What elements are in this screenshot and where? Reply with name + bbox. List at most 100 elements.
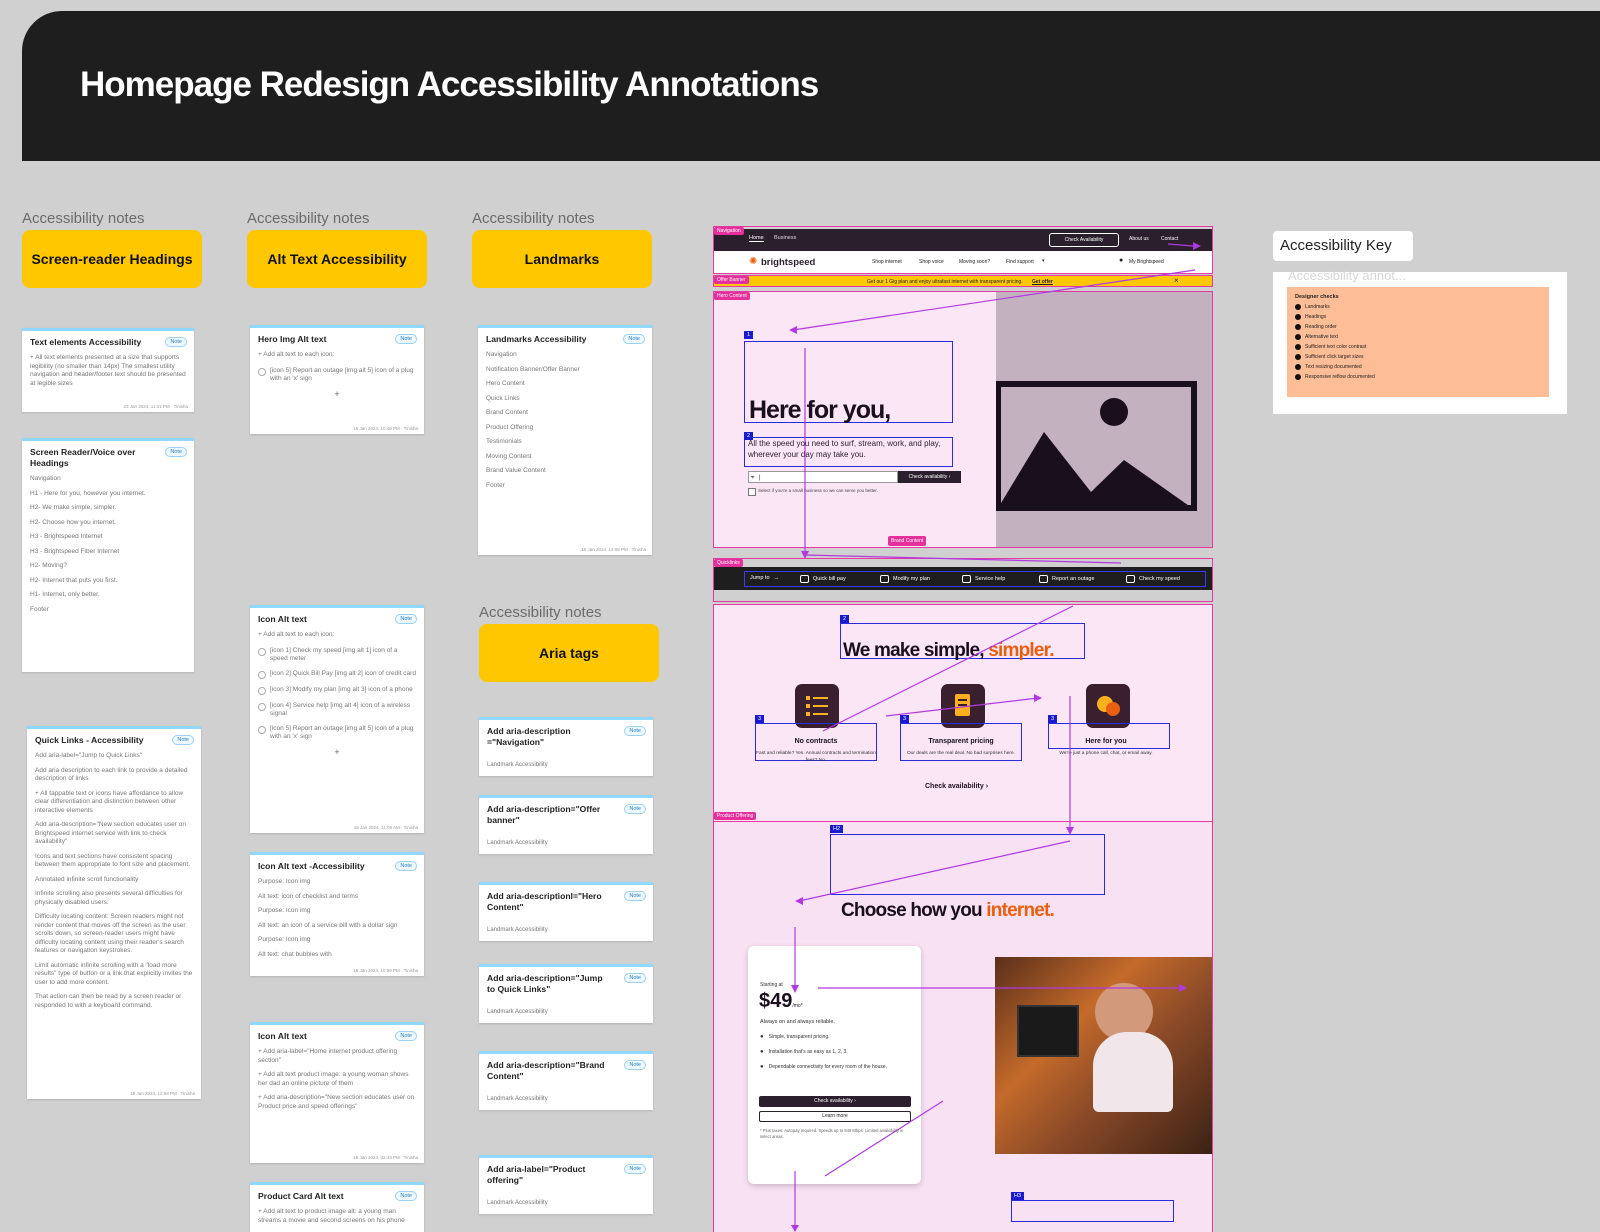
radio-icon [258, 702, 266, 711]
card-title: Add aria-label="Product offering" [487, 1164, 586, 1185]
accessibility-key-panel: Accessibility annot... Designer checks L… [1273, 268, 1567, 414]
card-subtitle: Landmark Accessibility [487, 840, 548, 846]
card-title: Product Card Alt text [258, 1191, 344, 1201]
note-card-hero-img[interactable]: Hero Img Alt text Note + Add alt text to… [250, 325, 424, 434]
note-card-product-card[interactable]: Product Card Alt text Note + Add alt tex… [250, 1182, 424, 1232]
card-line: H2- Choose how you internet. [30, 518, 116, 526]
check-circle-icon [1295, 334, 1301, 340]
column-header-landmarks: Landmarks [472, 230, 652, 288]
card-title: Text elements Accessibility [30, 337, 142, 347]
note-badge: Note [395, 1031, 417, 1041]
card-line: H2- Internet that puts you first. [30, 576, 118, 584]
checklist-item[interactable]: [icon 5] Report an outage [img alt 5] ic… [258, 725, 416, 741]
accessibility-key-title: Accessibility Key [1273, 231, 1413, 261]
card-line: + Add aria-description="New section educ… [258, 1094, 415, 1110]
card-line: H2- Moving? [30, 562, 67, 569]
note-card-aria-1[interactable]: Add aria-description="Offer banner" Note L… [479, 795, 653, 854]
check-circle-icon [1295, 354, 1301, 360]
key-faded-label: Accessibility annot... [1288, 268, 1406, 283]
card-line: H1- Internet, only better. [30, 591, 100, 598]
page-title: Homepage Redesign Accessibility Annotati… [80, 65, 819, 104]
note-card-landmarks[interactable]: Landmarks Accessibility Note Navigation N… [478, 325, 652, 555]
key-item-label: Reading order [1305, 324, 1337, 330]
checklist-text: [icon 1] Check my speed [img alt 1] icon… [270, 646, 398, 662]
key-check-item: Responsive reflow documented [1295, 374, 1541, 380]
card-title: Add aria-description="Jump to Quick Link… [487, 973, 603, 994]
card-line: Add aria-description="New section educat… [35, 821, 186, 845]
card-line: That action can then be read by a screen… [35, 993, 182, 1009]
note-badge: Note [623, 334, 645, 344]
note-badge: Note [624, 891, 646, 901]
note-badge: Note [624, 973, 646, 983]
section-label: Accessibility notes [472, 210, 595, 227]
card-line: Add aria description to each link to pro… [35, 766, 188, 783]
checklist-text: [icon 5] Report an outage [img alt 5] ic… [270, 366, 414, 382]
header-banner: Homepage Redesign Accessibility Annotati… [22, 11, 1600, 161]
card-list: Purpose: Icon img Alt text: icon of check… [258, 878, 416, 959]
card-title: Icon Alt text -Accessibility [258, 861, 365, 871]
key-list: Landmarks Headings Reading order Alternativ… [1295, 304, 1541, 380]
card-list: [icon 5] Report an outage [img alt 5] ic… [258, 367, 416, 383]
note-card-aria-2[interactable]: Add aria-descriptionl="Hero Content" Note… [479, 882, 653, 941]
note-badge: Note [395, 614, 417, 624]
note-card-icon-alt[interactable]: Icon Alt text Note + Add alt text to eac… [250, 605, 424, 833]
card-line: Difficulty locating content: Screen read… [35, 913, 186, 954]
note-card-text-elements[interactable]: Text elements Accessibility Note + All t… [22, 328, 194, 412]
card-list: Add aria-label="Jump to Quick Links" Add … [35, 752, 193, 1010]
card-meta: 23 Jan 2024, 11:41 PM · Tinisha [123, 404, 188, 409]
checklist-item[interactable]: [icon 3] Modify my plan [img alt 3] icon… [258, 686, 416, 695]
card-line: Brand Value Content [486, 467, 546, 474]
note-card-aria-5[interactable]: Add aria-label="Product offering" Note Lan… [479, 1155, 653, 1214]
reading-order-arrows [789, 242, 1201, 1232]
card-line: Purpose: Icon img [258, 878, 311, 885]
note-card-aria-0[interactable]: Add aria-description ="Navigation" Note La… [479, 717, 653, 776]
card-list: [icon 1] Check my speed [img alt 1] icon… [258, 647, 416, 741]
card-intro: + Add alt text to each icon: [258, 351, 335, 358]
card-subtitle: Landmark Accessibility [487, 927, 548, 933]
card-line: Product Offering [486, 423, 534, 431]
key-item-label: Sufficient text color contrast [1305, 344, 1367, 350]
column-header-screen-reader-headings: Screen-reader Headings [22, 230, 202, 288]
card-list: Navigation Notification Banner/Offer Bann… [486, 351, 644, 490]
card-meta: 16 Jan 2024, 11:05 AM · Tinisha [353, 825, 418, 830]
card-meta: 16 Jan 2024, 10:59 PM · Tinisha [353, 968, 418, 973]
note-card-aria-3[interactable]: Add aria-description="Jump to Quick Link… [479, 964, 653, 1023]
card-body: + All text elements presented at a size … [30, 354, 186, 387]
card-subtitle: Landmark Accessibility [487, 762, 548, 768]
card-line: Purpose: Icon img [258, 936, 311, 943]
key-check-item: Sufficient text color contrast [1295, 344, 1541, 350]
card-line: Footer [30, 605, 49, 613]
checklist-item[interactable]: [icon 5] Report an outage [img alt 5] ic… [258, 367, 416, 383]
checklist-item[interactable]: [icon 2] Quick Bill Pay [img alt 2] icon… [258, 670, 416, 679]
radio-icon [258, 367, 266, 376]
card-title: Add aria-description="Offer banner" [487, 804, 601, 825]
add-item-button[interactable]: + [258, 389, 416, 399]
note-card-screen-reader[interactable]: Screen Reader/Voice over Headings Note N… [22, 438, 194, 672]
card-title: Add aria-description ="Navigation" [487, 726, 571, 747]
note-card-quick-links[interactable]: Quick Links - Accessibility Note Add ari… [27, 726, 201, 1099]
note-card-aria-4[interactable]: Add aria-description="Brand Content" Note… [479, 1051, 653, 1110]
card-line: Navigation [30, 475, 61, 482]
note-badge: Note [165, 337, 187, 347]
card-line: Alt text: icon of checklist and terms [258, 892, 359, 900]
card-meta: 16 Jan 2024, 02:43 PM · Tinisha [353, 1155, 418, 1160]
card-meta: 15 Jan 2024, 12:58 PM · Tinisha [130, 1091, 195, 1096]
note-badge: Note [395, 334, 417, 344]
note-badge: Note [172, 735, 194, 745]
checklist-item[interactable]: [icon 1] Check my speed [img alt 1] icon… [258, 647, 416, 663]
note-card-icon-alt-2[interactable]: Icon Alt text Note + Add aria-label="Hom… [250, 1022, 424, 1163]
radio-icon [258, 647, 266, 656]
card-line: + Add alt text product image: a young wo… [258, 1071, 409, 1087]
card-line: H2- We make simple, simpler. [30, 504, 117, 511]
card-title: Hero Img Alt text [258, 334, 327, 344]
checklist-item[interactable]: [icon 4] Service help [img alt 4] icon o… [258, 702, 416, 718]
note-card-icon-alt-accessibility[interactable]: Icon Alt text -Accessibility Note Purpos… [250, 852, 424, 976]
column-header-alt-text: Alt Text Accessibility [247, 230, 427, 288]
designer-checks-box: Designer checks Landmarks Headings Reading… [1287, 287, 1549, 397]
key-item-label: Sufficient click target sizes [1305, 354, 1364, 360]
check-circle-icon [1295, 374, 1301, 380]
checklist-text: [icon 4] Service help [img alt 4] icon o… [270, 701, 411, 717]
card-line: Moving Content [486, 452, 532, 460]
add-item-button[interactable]: + [258, 747, 416, 757]
check-circle-icon [1295, 324, 1301, 330]
